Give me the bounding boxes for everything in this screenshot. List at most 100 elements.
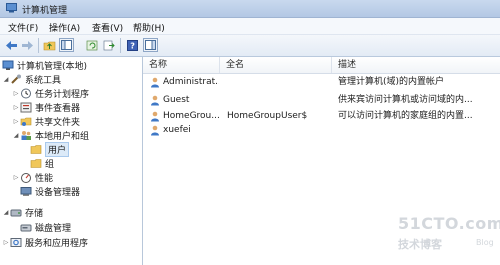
- show-hide-action-pane-button[interactable]: [143, 38, 158, 52]
- tree-label: 用户: [45, 142, 70, 157]
- tree-label: 系统工具: [25, 76, 62, 86]
- window-title: 计算机管理: [22, 6, 68, 16]
- cell-fullname: [227, 123, 329, 137]
- tree-root[interactable]: 计算机管理(本地): [2, 59, 87, 72]
- watermark-tagline: 技术博客: [398, 238, 442, 251]
- watermark-blog: Blog: [476, 238, 494, 247]
- user-icon: [151, 95, 159, 106]
- cell-fullname: HomeGroupUser$: [227, 111, 308, 121]
- tree-label: 设备管理器: [35, 188, 81, 198]
- refresh-button[interactable]: [84, 38, 99, 52]
- users-group-icon: [21, 131, 31, 140]
- refresh-icon: [86, 40, 97, 50]
- menu-view[interactable]: 查看(V): [92, 21, 123, 34]
- clock-icon: [21, 88, 31, 99]
- tree-label: 本地用户和组: [35, 132, 90, 142]
- help-button[interactable]: ?: [125, 38, 140, 52]
- tree-label: 磁盘管理: [35, 224, 72, 234]
- tree-item-groups[interactable]: 组: [30, 157, 54, 170]
- column-fullname[interactable]: 全名: [220, 57, 332, 73]
- tree-item-disk-management[interactable]: 磁盘管理: [20, 221, 71, 234]
- tree-label: 存储: [25, 209, 44, 219]
- column-description[interactable]: 描述: [332, 57, 500, 73]
- up-folder-button[interactable]: [42, 38, 57, 52]
- user-icon: [151, 125, 159, 136]
- back-button[interactable]: [4, 38, 19, 52]
- tree-item-task-scheduler[interactable]: ▷ 任务计划程序: [12, 87, 89, 100]
- expand-icon[interactable]: ▷: [12, 174, 20, 181]
- table-row[interactable]: HomeGrou... HomeGroupUser$ 可以访问计算机的家庭组的内…: [143, 109, 500, 123]
- cell-description: [338, 123, 498, 137]
- services-icon: [10, 238, 22, 247]
- cell-name: Administrat...: [163, 77, 219, 87]
- tree-label: 事件查看器: [35, 104, 81, 114]
- tree-label: 计算机管理(本地): [17, 62, 88, 72]
- column-name[interactable]: 名称: [143, 57, 220, 73]
- cell-name: Guest: [163, 95, 190, 105]
- tree-item-local-users-groups[interactable]: ◢ 本地用户和组: [12, 129, 89, 142]
- menu-action[interactable]: 操作(A): [49, 21, 80, 34]
- tree-item-users[interactable]: 用户: [30, 142, 70, 157]
- export-list-button[interactable]: [101, 38, 116, 52]
- tree-item-performance[interactable]: ▷ 性能: [12, 171, 53, 184]
- collapse-icon[interactable]: ◢: [2, 76, 10, 83]
- storage-icon: [10, 209, 22, 217]
- expand-icon[interactable]: ▷: [2, 239, 10, 246]
- menu-file[interactable]: 文件(F): [8, 21, 38, 34]
- table-row[interactable]: Guest 供来宾访问计算机或访问域的内...: [143, 93, 500, 107]
- tree-label: 服务和应用程序: [25, 239, 89, 249]
- back-arrow-icon: [6, 40, 17, 50]
- cell-fullname: [227, 75, 329, 89]
- tree-item-system-tools[interactable]: ◢ 系统工具: [2, 73, 61, 86]
- computer-management-icon: [2, 60, 14, 70]
- watermark-site: 51CTO.com: [398, 214, 500, 233]
- tree-label: 任务计划程序: [35, 90, 90, 100]
- tree-label: 共享文件夹: [35, 118, 81, 128]
- help-icon: ?: [127, 39, 138, 51]
- computer-management-icon: [6, 3, 17, 13]
- user-icon: [151, 77, 159, 88]
- table-row[interactable]: xuefei: [143, 123, 500, 137]
- folder-icon: [30, 159, 42, 168]
- tree-item-event-viewer[interactable]: ▷ 事件查看器: [12, 101, 80, 114]
- tree-label: 组: [45, 160, 55, 170]
- tree-item-storage[interactable]: ◢ 存储: [2, 206, 43, 219]
- cell-fullname: [227, 93, 329, 107]
- expand-icon[interactable]: ▷: [12, 104, 20, 111]
- svg-text:?: ?: [130, 41, 135, 50]
- shared-folder-icon: [20, 117, 32, 126]
- cell-description: 供来宾访问计算机或访问域的内...: [338, 95, 473, 105]
- tree-item-device-manager[interactable]: 设备管理器: [20, 185, 80, 198]
- tools-icon: [11, 74, 21, 84]
- tree-item-shared-folders[interactable]: ▷ 共享文件夹: [12, 115, 80, 128]
- user-icon: [151, 111, 159, 122]
- collapse-icon[interactable]: ◢: [2, 209, 10, 216]
- expand-icon[interactable]: ▷: [12, 90, 20, 97]
- cell-description: 可以访问计算机的家庭组的内置...: [338, 111, 473, 121]
- up-folder-icon: [43, 41, 56, 50]
- list-header: 名称 全名 描述: [143, 57, 500, 74]
- console-tree-icon: [61, 40, 72, 50]
- action-pane-icon: [145, 40, 156, 50]
- export-list-icon: [103, 40, 115, 50]
- event-viewer-icon: [20, 102, 32, 113]
- menu-bar: 文件(F) 操作(A) 查看(V) 帮助(H): [0, 18, 500, 35]
- performance-icon: [21, 173, 31, 183]
- cell-name: xuefei: [163, 125, 191, 135]
- device-manager-icon: [20, 187, 32, 196]
- expand-icon[interactable]: ▷: [12, 118, 20, 125]
- cell-description: 管理计算机(域)的内置帐户: [338, 77, 445, 87]
- forward-button[interactable]: [20, 38, 35, 52]
- toolbar-separator: [38, 38, 39, 53]
- console-tree: 计算机管理(本地) ◢ 系统工具 ▷ 任务计划程序 ▷ 事件查看器 ▷ 共享文件…: [0, 57, 143, 265]
- show-hide-tree-button[interactable]: [59, 38, 74, 52]
- toolbar: ?: [0, 35, 500, 57]
- toolbar-separator: [120, 38, 121, 53]
- menu-help[interactable]: 帮助(H): [133, 21, 165, 34]
- table-row[interactable]: Administrat... 管理计算机(域)的内置帐户: [143, 75, 500, 89]
- disk-icon: [20, 224, 32, 232]
- tree-item-services-apps[interactable]: ▷ 服务和应用程序: [2, 236, 88, 249]
- collapse-icon[interactable]: ◢: [12, 132, 20, 139]
- forward-arrow-icon: [22, 40, 33, 50]
- title-bar: 计算机管理: [0, 0, 500, 18]
